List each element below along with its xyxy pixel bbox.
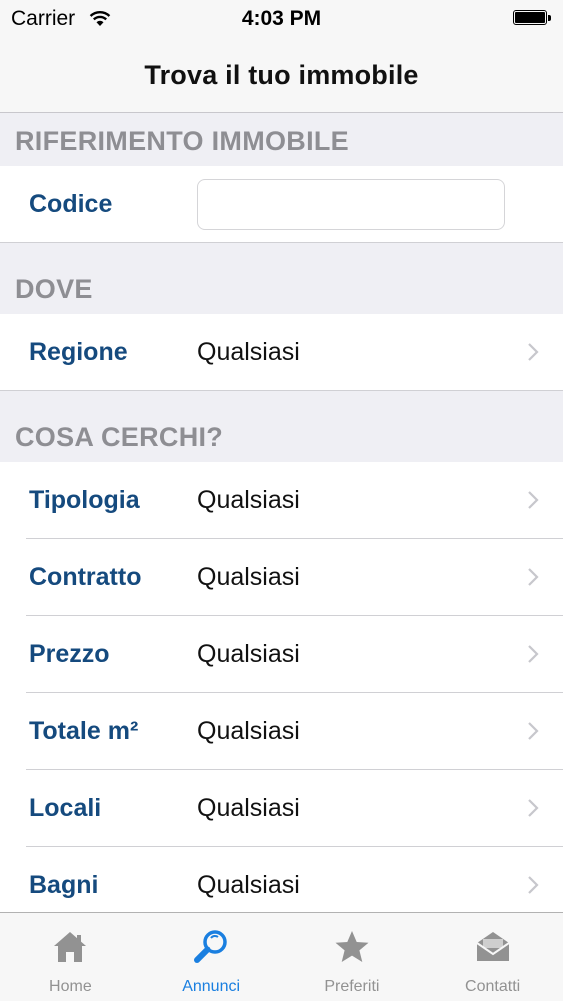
- magnifier-icon: [194, 930, 227, 963]
- prezzo-label: Prezzo: [29, 640, 110, 668]
- totale-m2-label: Totale m²: [29, 717, 139, 745]
- row-totale-m2[interactable]: Totale m² Qualsiasi: [0, 693, 563, 770]
- tipologia-value: Qualsiasi: [197, 486, 300, 514]
- chevron-right-icon: [528, 876, 539, 894]
- chevron-right-icon: [528, 343, 539, 361]
- section-header-cosa-cerchi: COSA CERCHI?: [0, 391, 563, 463]
- tab-label: Annunci: [182, 978, 241, 995]
- navigation-bar: Trova il tuo immobile: [0, 38, 563, 113]
- chevron-right-icon: [528, 491, 539, 509]
- tab-label: Contatti: [465, 978, 521, 995]
- tab-contatti[interactable]: Contatti: [422, 913, 563, 1001]
- locali-label: Locali: [29, 794, 102, 822]
- row-codice: Codice: [0, 166, 563, 243]
- page-title: Trova il tuo immobile: [144, 59, 419, 90]
- totale-m2-value: Qualsiasi: [197, 717, 300, 745]
- section-title: DOVE: [15, 274, 93, 304]
- battery-icon: [513, 10, 551, 27]
- tipologia-label: Tipologia: [29, 486, 140, 514]
- prezzo-value: Qualsiasi: [197, 640, 300, 668]
- row-regione[interactable]: Regione Qualsiasi: [0, 314, 563, 391]
- tab-annunci[interactable]: Annunci: [141, 913, 282, 1001]
- status-time: 4:03 PM: [241, 7, 322, 30]
- chevron-right-icon: [528, 799, 539, 817]
- home-icon: [54, 932, 87, 962]
- star-icon: [335, 931, 369, 962]
- tab-label: Preferiti: [324, 978, 380, 995]
- row-tipologia[interactable]: Tipologia Qualsiasi: [0, 462, 563, 539]
- tab-label: Home: [49, 978, 92, 995]
- regione-value: Qualsiasi: [197, 338, 300, 366]
- section-title: RIFERIMENTO IMMOBILE: [15, 126, 349, 156]
- row-locali[interactable]: Locali Qualsiasi: [0, 770, 563, 847]
- tab-bar: Home Annunci Preferiti Contatti: [0, 912, 563, 1001]
- section-title: COSA CERCHI?: [15, 422, 224, 452]
- section-header-dove: DOVE: [0, 243, 563, 315]
- section-header-riferimento: RIFERIMENTO IMMOBILE: [0, 113, 563, 167]
- envelope-icon: [476, 932, 510, 961]
- contratto-value: Qualsiasi: [197, 563, 300, 591]
- tab-preferiti[interactable]: Preferiti: [282, 913, 423, 1001]
- codice-input[interactable]: [197, 179, 505, 230]
- row-prezzo[interactable]: Prezzo Qualsiasi: [0, 616, 563, 693]
- row-contratto[interactable]: Contratto Qualsiasi: [0, 539, 563, 616]
- tab-home[interactable]: Home: [0, 913, 141, 1001]
- chevron-right-icon: [528, 645, 539, 663]
- regione-label: Regione: [29, 338, 128, 366]
- codice-label: Codice: [29, 190, 113, 218]
- contratto-label: Contratto: [29, 563, 142, 591]
- chevron-right-icon: [528, 722, 539, 740]
- locali-value: Qualsiasi: [197, 794, 300, 822]
- chevron-right-icon: [528, 568, 539, 586]
- status-bar: Carrier 4:03 PM: [0, 0, 563, 38]
